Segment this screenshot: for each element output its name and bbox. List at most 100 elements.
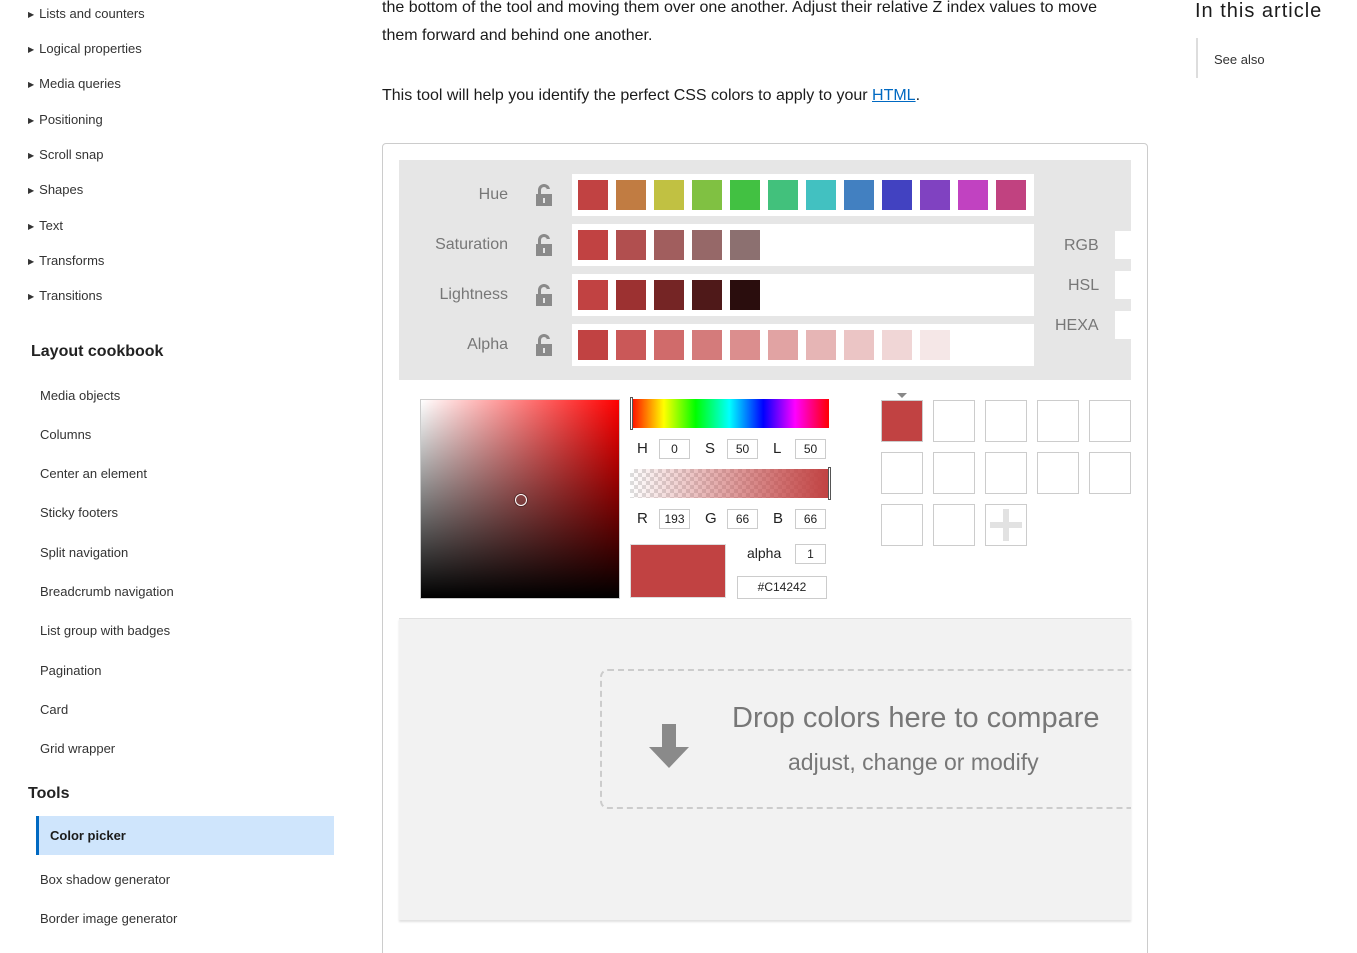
palette-swatch[interactable] bbox=[806, 180, 836, 210]
nav-item-center-an-element[interactable]: Center an element bbox=[40, 466, 147, 481]
s-input[interactable]: 50 bbox=[727, 439, 758, 459]
lightness-swatch-strip bbox=[572, 274, 1034, 316]
drop-zone[interactable] bbox=[600, 669, 1131, 809]
palette-swatch[interactable] bbox=[578, 330, 608, 360]
palette-swatch[interactable] bbox=[730, 330, 760, 360]
toc-item-see-also[interactable]: See also bbox=[1214, 52, 1265, 67]
sl-cursor-handle[interactable] bbox=[515, 494, 527, 506]
triangle-right-icon: ▶ bbox=[28, 80, 35, 89]
alpha-input[interactable]: 1 bbox=[795, 544, 826, 564]
hue-slider-handle[interactable] bbox=[630, 397, 633, 430]
toc-title: In this article bbox=[1195, 0, 1323, 22]
nav-item-lists-and-counters[interactable]: ▶ Lists and counters bbox=[28, 6, 145, 21]
lock-icon[interactable] bbox=[535, 184, 553, 206]
saved-color-slot[interactable] bbox=[1089, 400, 1131, 442]
palette-swatch[interactable] bbox=[654, 280, 684, 310]
g-input[interactable]: 66 bbox=[727, 509, 758, 529]
triangle-right-icon: ▶ bbox=[28, 292, 35, 301]
palette-swatch[interactable] bbox=[806, 330, 836, 360]
nav-item-card[interactable]: Card bbox=[40, 702, 68, 717]
nav-item-positioning[interactable]: ▶ Positioning bbox=[28, 112, 103, 127]
palette-swatch[interactable] bbox=[654, 330, 684, 360]
palette-swatch[interactable] bbox=[616, 280, 646, 310]
lock-icon[interactable] bbox=[535, 334, 553, 356]
saved-color-slot[interactable] bbox=[881, 400, 923, 442]
palette-swatch[interactable] bbox=[692, 330, 722, 360]
nav-item-pagination[interactable]: Pagination bbox=[40, 663, 101, 678]
saved-color-slot[interactable] bbox=[933, 504, 975, 546]
nav-item-text[interactable]: ▶ Text bbox=[28, 218, 63, 233]
palette-swatch[interactable] bbox=[996, 180, 1026, 210]
palette-swatch[interactable] bbox=[882, 330, 912, 360]
palette-swatch[interactable] bbox=[616, 230, 646, 260]
lock-icon[interactable] bbox=[535, 284, 553, 306]
nav-item-split-navigation[interactable]: Split navigation bbox=[40, 545, 128, 560]
saved-color-slot[interactable] bbox=[881, 504, 923, 546]
nav-item-sticky-footers[interactable]: Sticky footers bbox=[40, 505, 118, 520]
nav-item-transforms[interactable]: ▶ Transforms bbox=[28, 253, 104, 268]
nav-item-grid-wrapper[interactable]: Grid wrapper bbox=[40, 741, 115, 756]
nav-item-scroll-snap[interactable]: ▶ Scroll snap bbox=[28, 147, 103, 162]
nav-item-columns[interactable]: Columns bbox=[40, 427, 91, 442]
nav-item-list-group-with-badges[interactable]: List group with badges bbox=[40, 623, 170, 638]
nav-item-breadcrumb-navigation[interactable]: Breadcrumb navigation bbox=[40, 584, 174, 599]
nav-item-transitions[interactable]: ▶ Transitions bbox=[28, 288, 102, 303]
hsl-output-field[interactable] bbox=[1115, 271, 1131, 299]
palette-swatch[interactable] bbox=[578, 180, 608, 210]
palette-swatch[interactable] bbox=[578, 280, 608, 310]
palette-swatch[interactable] bbox=[844, 180, 874, 210]
saved-color-slot[interactable] bbox=[1037, 452, 1079, 494]
palette-swatch[interactable] bbox=[768, 180, 798, 210]
saved-color-slot[interactable] bbox=[933, 400, 975, 442]
palette-swatch[interactable] bbox=[616, 180, 646, 210]
hue-swatch-strip bbox=[572, 174, 1034, 216]
alpha-slider[interactable] bbox=[630, 469, 829, 498]
plus-icon bbox=[990, 522, 1022, 528]
nav-item-media-queries[interactable]: ▶ Media queries bbox=[28, 76, 121, 91]
saved-color-slot[interactable] bbox=[881, 452, 923, 494]
nav-item-media-objects[interactable]: Media objects bbox=[40, 388, 120, 403]
nav-item-shapes[interactable]: ▶ Shapes bbox=[28, 182, 83, 197]
html-link[interactable]: HTML bbox=[872, 87, 916, 104]
h-input[interactable]: 0 bbox=[659, 439, 690, 459]
palette-swatch[interactable] bbox=[692, 180, 722, 210]
l-input[interactable]: 50 bbox=[795, 439, 826, 459]
hex-input[interactable]: #C14242 bbox=[737, 576, 827, 599]
nav-item-logical-properties[interactable]: ▶ Logical properties bbox=[28, 41, 142, 56]
nav-item-color-picker[interactable]: Color picker bbox=[36, 816, 334, 855]
saved-color-slot[interactable] bbox=[985, 400, 1027, 442]
rgb-output-field[interactable] bbox=[1115, 231, 1131, 259]
r-input[interactable]: 193 bbox=[659, 509, 690, 529]
nav-item-border-image-generator[interactable]: Border image generator bbox=[40, 911, 177, 926]
nav-item-box-shadow-generator[interactable]: Box shadow generator bbox=[40, 872, 170, 887]
b-input[interactable]: 66 bbox=[795, 509, 826, 529]
palette-swatch[interactable] bbox=[654, 230, 684, 260]
hue-slider[interactable] bbox=[630, 399, 829, 428]
palette-swatch[interactable] bbox=[920, 180, 950, 210]
palette-swatch[interactable] bbox=[920, 330, 950, 360]
palette-swatch[interactable] bbox=[616, 330, 646, 360]
saved-color-slot[interactable] bbox=[933, 452, 975, 494]
palette-swatch[interactable] bbox=[844, 330, 874, 360]
palette-swatch[interactable] bbox=[768, 330, 798, 360]
palette-swatch[interactable] bbox=[692, 230, 722, 260]
palette-swatch[interactable] bbox=[578, 230, 608, 260]
triangle-right-icon: ▶ bbox=[28, 45, 35, 54]
layout-cookbook-heading: Layout cookbook bbox=[31, 343, 164, 360]
palette-swatch[interactable] bbox=[692, 280, 722, 310]
palette-swatch[interactable] bbox=[730, 230, 760, 260]
lock-icon[interactable] bbox=[535, 234, 553, 256]
palette-swatch[interactable] bbox=[654, 180, 684, 210]
saturation-label: Saturation bbox=[435, 236, 508, 253]
palette-swatch[interactable] bbox=[730, 180, 760, 210]
hexa-output-field[interactable] bbox=[1115, 311, 1131, 339]
alpha-slider-handle[interactable] bbox=[828, 467, 831, 500]
palette-swatch[interactable] bbox=[730, 280, 760, 310]
palette-swatch[interactable] bbox=[958, 180, 988, 210]
saturation-lightness-area[interactable] bbox=[420, 399, 620, 599]
palette-swatch[interactable] bbox=[882, 180, 912, 210]
saved-color-slot[interactable] bbox=[1037, 400, 1079, 442]
alpha-text-label: alpha bbox=[747, 545, 782, 561]
saved-color-slot[interactable] bbox=[1089, 452, 1131, 494]
saved-color-slot[interactable] bbox=[985, 452, 1027, 494]
